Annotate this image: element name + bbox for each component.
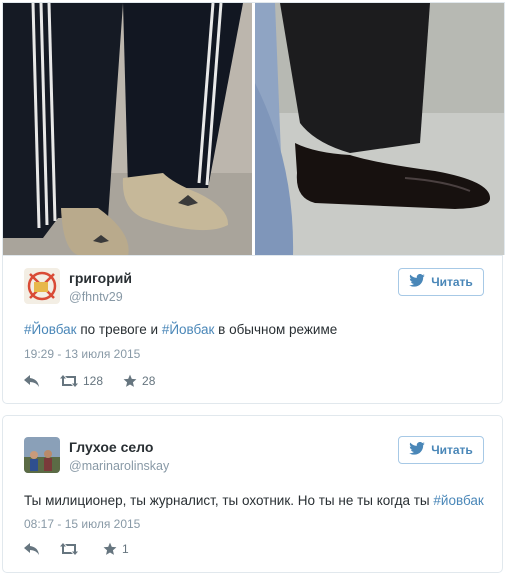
photo-suit-shoe[interactable] (255, 3, 504, 255)
retweet-button[interactable] (60, 543, 83, 555)
user-name[interactable]: григорий (69, 270, 132, 286)
follow-button[interactable]: Читать (398, 436, 484, 464)
tweet-text-segment: Ты милиционер, ты журналист, ты охотник.… (24, 493, 434, 508)
avatar[interactable] (24, 437, 60, 473)
favorite-button[interactable]: 28 (123, 374, 155, 388)
tweet-media[interactable] (2, 2, 505, 255)
follow-label: Читать (431, 443, 473, 457)
tweet-card: Глухое село @marinarolinskay Читать Ты м… (2, 415, 503, 573)
tweet-timestamp[interactable]: 19:29 - 13 июля 2015 (24, 347, 140, 361)
user-handle[interactable]: @marinarolinskay (69, 459, 169, 473)
retweet-count: 128 (83, 374, 104, 388)
favorite-button[interactable]: 1 (103, 542, 129, 556)
star-icon (123, 374, 137, 388)
tweet-card: григорий @fhntv29 Читать #Йовбак по трев… (2, 255, 503, 404)
tweet-actions: 1 (24, 542, 149, 556)
user-handle[interactable]: @fhntv29 (69, 290, 123, 304)
twitter-bird-icon (409, 273, 425, 290)
reply-icon (24, 543, 40, 555)
favorite-count: 28 (142, 374, 156, 388)
avatar[interactable] (24, 268, 60, 304)
tweet-text: Ты милиционер, ты журналист, ты охотник.… (24, 493, 484, 508)
reply-button[interactable] (24, 375, 40, 387)
reply-icon (24, 375, 40, 387)
user-name[interactable]: Глухое село (69, 439, 153, 455)
reply-button[interactable] (24, 543, 40, 555)
follow-button[interactable]: Читать (398, 268, 484, 296)
hashtag-link[interactable]: #йовбак (433, 493, 483, 508)
tweet-text: #Йовбак по тревоге и #Йовбак в обычном р… (24, 322, 484, 337)
photo-tracksuit-shoes[interactable] (3, 3, 252, 255)
tweet-text-segment: в обычном режиме (214, 322, 338, 337)
retweet-icon (60, 375, 78, 387)
tweet-text-segment: по тревоге и (76, 322, 162, 337)
hashtag-link[interactable]: #Йовбак (162, 322, 215, 337)
hashtag-link[interactable]: #Йовбак (24, 322, 77, 337)
star-icon (103, 542, 117, 556)
twitter-bird-icon (409, 441, 425, 458)
tweet-timestamp[interactable]: 08:17 - 15 июля 2015 (24, 517, 140, 531)
retweet-button[interactable]: 128 (60, 374, 103, 388)
retweet-icon (60, 543, 78, 555)
favorite-count: 1 (122, 542, 129, 556)
tweet-actions: 128 28 (24, 374, 175, 388)
follow-label: Читать (431, 275, 473, 289)
